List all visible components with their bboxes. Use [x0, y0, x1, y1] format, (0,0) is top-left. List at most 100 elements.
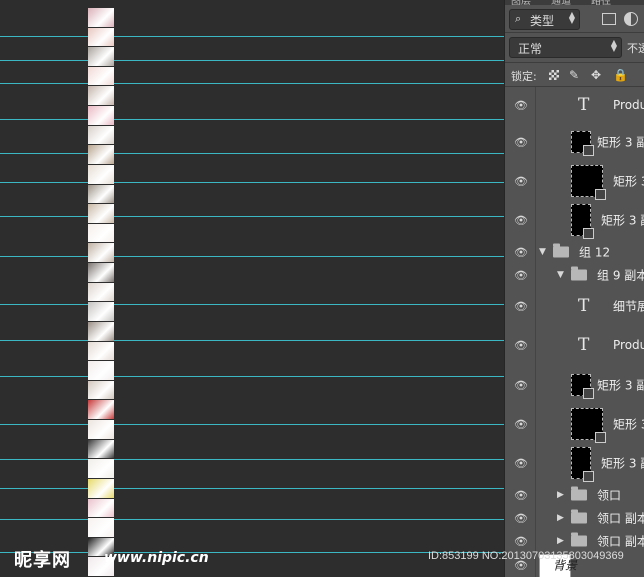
- visibility-toggle[interactable]: 👁: [505, 506, 536, 529]
- visibility-toggle[interactable]: 👁: [505, 443, 536, 483]
- visibility-toggle[interactable]: 👁: [505, 404, 536, 443]
- eye-icon: 👁: [514, 245, 528, 259]
- layer-name: 矩形 3 副本: [601, 213, 644, 228]
- layer-name: 细节展示: [613, 299, 644, 313]
- vector-mask-icon: [583, 387, 594, 399]
- text-layer-icon: T: [578, 94, 590, 115]
- tab-layers[interactable]: 图层: [511, 0, 531, 5]
- layer-name: 矩形 3 副本: [601, 456, 644, 471]
- collapse-arrow-icon[interactable]: ▼: [557, 270, 564, 280]
- expand-arrow-icon[interactable]: ▶: [557, 536, 564, 546]
- guide-line[interactable]: [0, 182, 504, 183]
- shape-thumbnail-icon: [571, 164, 606, 200]
- document-canvas[interactable]: 昵享网 www.nipic.cn: [0, 0, 504, 577]
- layer-row[interactable]: 👁 矩形 3 副本: [505, 365, 644, 405]
- layers-panel: 图层 通道 路径 ⌕ 类型 ▲▼ 正常 ▲▼ 不透明 锁定: ✎ ✥ 🔒 👁 T P…: [504, 0, 644, 577]
- product-thumbnail: [88, 361, 114, 380]
- lock-transparency-icon[interactable]: [549, 70, 559, 80]
- visibility-toggle[interactable]: 👁: [505, 483, 536, 506]
- product-thumbnail: [88, 478, 114, 498]
- layer-row[interactable]: 👁 矩形 3 副本: [505, 122, 644, 162]
- layer-name: 组 9 副本: [597, 268, 644, 282]
- guide-line[interactable]: [0, 459, 504, 460]
- product-thumbnail: [88, 164, 114, 184]
- layer-name: 领口 副本: [597, 511, 644, 525]
- lock-brush-icon[interactable]: ✎: [569, 68, 579, 82]
- opacity-label: 不透明: [627, 42, 644, 55]
- vector-mask-icon: [583, 144, 594, 156]
- guide-line[interactable]: [0, 119, 504, 120]
- blend-mode-value: 正常: [518, 42, 543, 56]
- guide-line[interactable]: [0, 60, 504, 61]
- visibility-toggle[interactable]: 👁: [505, 263, 536, 286]
- guide-line[interactable]: [0, 153, 504, 154]
- layer-name: 矩形 3 副本: [597, 378, 644, 392]
- guide-line[interactable]: [0, 36, 504, 37]
- vector-mask-icon: [583, 228, 594, 239]
- product-thumbnail: [88, 420, 114, 439]
- dropdown-arrows-icon: ▲ ▼: [568, 10, 575, 25]
- layer-row[interactable]: 👁 ▼ 组 12: [505, 240, 644, 264]
- guide-line[interactable]: [0, 424, 504, 425]
- visibility-toggle[interactable]: 👁: [505, 365, 536, 404]
- eye-icon: 👁: [514, 214, 528, 227]
- guide-line[interactable]: [0, 256, 504, 257]
- layer-name: 矩形 3 副本: [613, 417, 644, 431]
- visibility-toggle[interactable]: 👁: [505, 325, 536, 365]
- eye-icon: 👁: [514, 98, 528, 112]
- guide-line[interactable]: [0, 83, 504, 84]
- adjustment-filter-icon[interactable]: [624, 12, 638, 26]
- lock-all-icon[interactable]: 🔒: [613, 68, 628, 82]
- pixel-filter-icon[interactable]: [602, 13, 616, 25]
- tab-paths[interactable]: 路径: [591, 0, 611, 5]
- tab-channels[interactable]: 通道: [551, 0, 571, 5]
- layer-row[interactable]: 👁 矩形 3 副本: [505, 404, 644, 444]
- guide-line[interactable]: [0, 340, 504, 341]
- layer-filter-dropdown[interactable]: ⌕ 类型 ▲ ▼: [509, 9, 580, 30]
- eye-icon: 👁: [514, 299, 528, 313]
- panel-tabs: 图层 通道 路径: [505, 0, 644, 5]
- folder-icon: [571, 266, 587, 280]
- lock-position-icon[interactable]: ✥: [591, 68, 601, 82]
- layer-row[interactable]: 👁 矩形 3 副本: [505, 161, 644, 201]
- visibility-toggle[interactable]: 👁: [505, 286, 536, 325]
- expand-arrow-icon[interactable]: ▶: [557, 513, 564, 523]
- visibility-toggle[interactable]: 👁: [505, 122, 536, 161]
- guide-line[interactable]: [0, 488, 504, 489]
- expand-arrow-icon[interactable]: ▶: [557, 490, 564, 500]
- guide-line[interactable]: [0, 376, 504, 377]
- product-thumbnail: [88, 125, 114, 145]
- text-layer-icon: T: [578, 295, 590, 316]
- guide-line[interactable]: [0, 216, 504, 217]
- eye-icon: 👁: [514, 534, 528, 548]
- layer-row[interactable]: 👁 ▼ 组 9 副本: [505, 263, 644, 287]
- layer-row[interactable]: 👁 T 细节展示: [505, 286, 644, 326]
- visibility-toggle[interactable]: 👁: [505, 161, 536, 200]
- guide-line[interactable]: [0, 304, 504, 305]
- layer-row[interactable]: 👁 T Product: [505, 325, 644, 366]
- product-image-strip[interactable]: [88, 8, 114, 577]
- layer-row[interactable]: 👁 T Product: [505, 87, 644, 123]
- layer-row[interactable]: 👁 ▶ 领口: [505, 483, 644, 507]
- product-thumbnail: [88, 439, 114, 459]
- product-thumbnail: [88, 459, 114, 478]
- eye-icon: 👁: [514, 511, 528, 525]
- layer-row[interactable]: 👁 矩形 3 副本: [505, 443, 644, 484]
- watermark-logo: 昵享网: [14, 550, 71, 571]
- blend-mode-dropdown[interactable]: 正常 ▲ ▼: [509, 37, 622, 58]
- folder-icon: [571, 486, 587, 500]
- folder-icon: [553, 243, 569, 257]
- layer-row[interactable]: 👁 ▶ 领口 副本: [505, 506, 644, 530]
- collapse-arrow-icon[interactable]: ▼: [539, 247, 546, 257]
- visibility-toggle[interactable]: 👁: [505, 529, 536, 552]
- product-thumbnail: [88, 47, 114, 66]
- layer-row[interactable]: 👁 矩形 3 副本: [505, 200, 644, 241]
- layer-name: Product: [613, 97, 644, 112]
- visibility-toggle[interactable]: 👁: [505, 240, 536, 263]
- eye-icon: 👁: [514, 135, 528, 149]
- visibility-toggle[interactable]: 👁: [505, 200, 536, 240]
- shape-thumbnail-icon: [571, 447, 594, 482]
- eye-icon: 👁: [514, 339, 528, 352]
- guide-line[interactable]: [0, 519, 504, 520]
- visibility-toggle[interactable]: 👁: [505, 87, 536, 122]
